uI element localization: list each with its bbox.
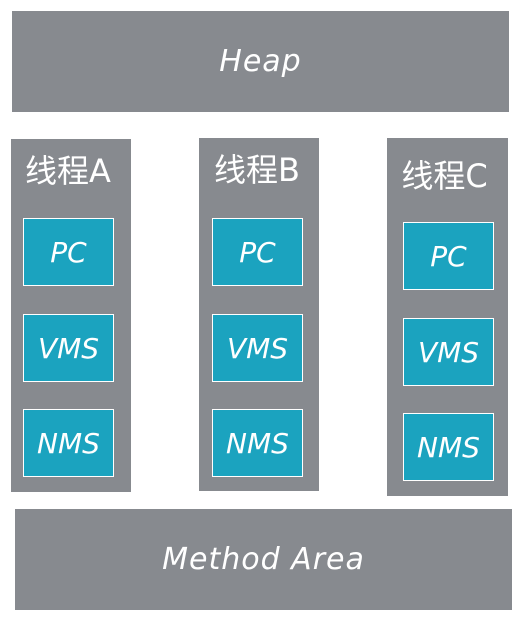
thread-a-panel: 线程A PC VMS NMS — [11, 139, 131, 492]
heap-label: Heap — [219, 44, 302, 79]
thread-c-nms-label: NMS — [417, 430, 480, 464]
thread-c-nms-box: NMS — [403, 413, 494, 481]
thread-c-vms-box: VMS — [403, 318, 494, 386]
thread-b-title: 线程B — [214, 151, 300, 189]
thread-b-vms-label: VMS — [226, 331, 289, 365]
thread-a-pc-box: PC — [23, 218, 114, 286]
thread-b-pc-label: PC — [239, 235, 276, 269]
thread-a-nms-label: NMS — [37, 426, 100, 460]
thread-c-pc-box: PC — [403, 222, 494, 290]
thread-a-nms-box: NMS — [23, 409, 114, 477]
thread-c-panel: 线程C PC VMS NMS — [387, 138, 508, 496]
thread-a-vms-box: VMS — [23, 314, 114, 382]
thread-c-pc-label: PC — [430, 239, 467, 273]
thread-b-pc-box: PC — [212, 218, 303, 286]
thread-a-vms-label: VMS — [37, 331, 100, 365]
heap-block: Heap — [12, 11, 509, 112]
thread-c-vms-label: VMS — [417, 335, 480, 369]
thread-c-title: 线程C — [401, 157, 488, 195]
method-area-label: Method Area — [162, 542, 365, 577]
thread-b-vms-box: VMS — [212, 314, 303, 382]
thread-a-pc-label: PC — [50, 235, 87, 269]
thread-b-nms-label: NMS — [226, 426, 289, 460]
thread-b-nms-box: NMS — [212, 409, 303, 477]
thread-a-title: 线程A — [25, 152, 111, 190]
thread-b-panel: 线程B PC VMS NMS — [199, 138, 319, 491]
method-area-block: Method Area — [15, 509, 512, 610]
